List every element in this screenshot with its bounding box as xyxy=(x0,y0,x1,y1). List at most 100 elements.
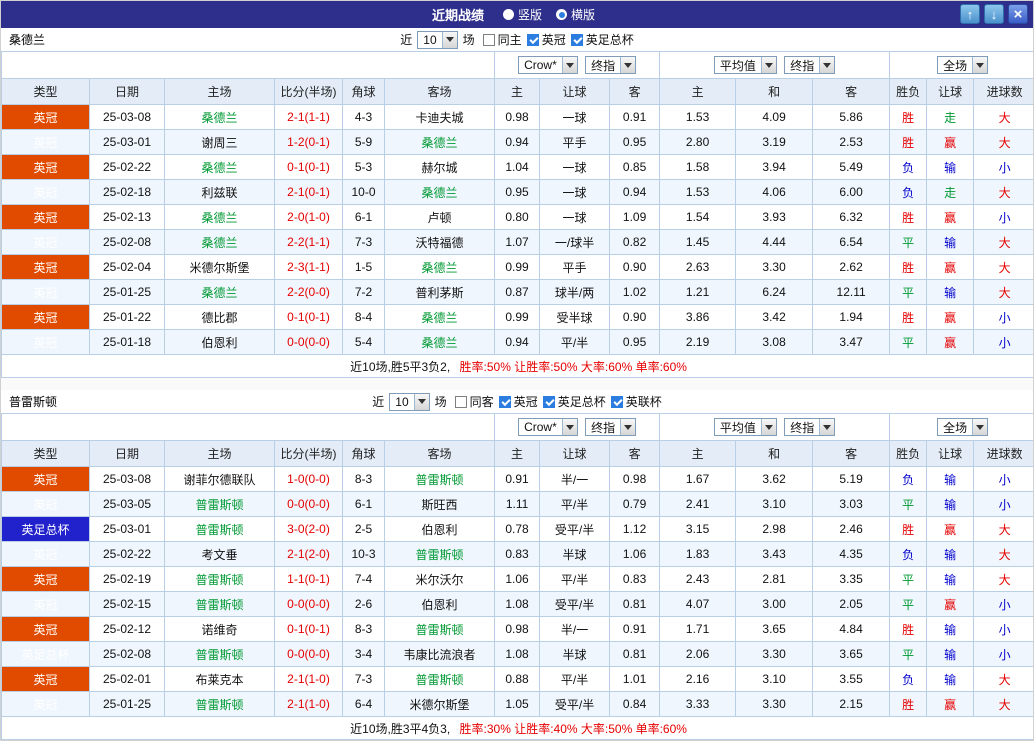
summary-record: 近10场,胜5平3负2, xyxy=(350,360,450,374)
avg-home-cell: 2.63 xyxy=(660,255,736,280)
near-label: 近 xyxy=(400,31,412,48)
filter-checkbox-same-away[interactable]: 同客 xyxy=(455,393,494,410)
date-cell: 25-02-22 xyxy=(90,155,165,180)
home-team-cell: 谢菲尔德联队 xyxy=(165,467,275,492)
avg-away-cell: 2.05 xyxy=(813,592,890,617)
filter-checkbox-same-home[interactable]: 同主 xyxy=(483,31,522,48)
column-header-row: 类型日期主场比分(半场)角球客场主让球客主和客胜负让球进球数 xyxy=(2,79,1034,105)
col-header-avg-home: 主 xyxy=(660,79,736,105)
col-header-goals: 进球数 xyxy=(974,79,1034,105)
handicap-result-cell: 输 xyxy=(927,280,974,305)
away-team-cell: 桑德兰 xyxy=(385,180,495,205)
league-cell: 英冠 xyxy=(2,280,90,305)
odds-away-cell: 0.95 xyxy=(610,130,660,155)
up-arrow-icon: ↑ xyxy=(967,8,974,21)
avg-draw-cell: 3.42 xyxy=(736,305,813,330)
odds-away-cell: 1.02 xyxy=(610,280,660,305)
summary-row: 近10场,胜3平4负3, 胜率:30% 让胜率:40% 大率:50% 单率:60… xyxy=(2,717,1034,740)
match-row: 英足总杯25-02-08普雷斯顿0-0(0-0)3-4韦康比流浪者1.08半球0… xyxy=(2,642,1034,667)
col-header-corner: 角球 xyxy=(343,441,385,467)
result-cell: 胜 xyxy=(890,305,927,330)
league-cell: 英冠 xyxy=(2,155,90,180)
goals-result-cell: 大 xyxy=(974,667,1034,692)
filter-checkbox-league-fa-cup[interactable]: 英足总杯 xyxy=(543,393,606,410)
average-time-select[interactable]: 终指 xyxy=(784,418,835,436)
match-count-select[interactable]: 10 xyxy=(417,31,457,49)
dropdown-arrow-icon xyxy=(562,419,577,435)
results-table: Crow* 终指 平均值 终指 全场 类型日期主场比分(半场)角球客场主让球客主… xyxy=(1,413,1034,740)
average-time-select[interactable]: 终指 xyxy=(784,56,835,74)
average-select[interactable]: 平均值 xyxy=(714,418,777,436)
result-cell: 平 xyxy=(890,592,927,617)
home-team-cell: 普雷斯顿 xyxy=(165,517,275,542)
scope-select[interactable]: 全场 xyxy=(937,56,988,74)
move-up-button[interactable]: ↑ xyxy=(960,4,980,24)
avg-draw-cell: 3.10 xyxy=(736,492,813,517)
date-cell: 25-03-05 xyxy=(90,492,165,517)
empty-header-cell xyxy=(2,52,495,79)
odds-time-select[interactable]: 终指 xyxy=(585,418,636,436)
result-cell: 胜 xyxy=(890,205,927,230)
avg-home-cell: 2.41 xyxy=(660,492,736,517)
filter-checkbox-league-fa-cup[interactable]: 英足总杯 xyxy=(571,31,634,48)
radio-horizontal-layout[interactable]: 横版 xyxy=(556,6,595,23)
col-header-avg-draw: 和 xyxy=(736,79,813,105)
score-cell: 1-2(0-1) xyxy=(275,130,343,155)
summary-cell: 近10场,胜3平4负3, 胜率:30% 让胜率:40% 大率:50% 单率:60… xyxy=(2,717,1034,740)
avg-draw-cell: 3.30 xyxy=(736,642,813,667)
odds-home-cell: 0.78 xyxy=(495,517,540,542)
match-row: 英冠25-02-04米德尔斯堡2-3(1-1)1-5桑德兰0.99平手0.902… xyxy=(2,255,1034,280)
dropdown-arrow-icon xyxy=(620,57,635,73)
average-select[interactable]: 平均值 xyxy=(714,56,777,74)
home-team-cell: 桑德兰 xyxy=(165,230,275,255)
home-team-cell: 诺维奇 xyxy=(165,617,275,642)
result-cell: 负 xyxy=(890,467,927,492)
avg-draw-cell: 3.10 xyxy=(736,667,813,692)
corner-cell: 6-4 xyxy=(343,692,385,717)
col-header-result: 胜负 xyxy=(890,79,927,105)
date-cell: 25-01-22 xyxy=(90,305,165,330)
avg-draw-cell: 3.08 xyxy=(736,330,813,355)
col-header-avg-home: 主 xyxy=(660,441,736,467)
filter-checkbox-league-championship[interactable]: 英冠 xyxy=(527,31,566,48)
col-header-corner: 角球 xyxy=(343,79,385,105)
odds-away-cell: 0.83 xyxy=(610,567,660,592)
home-team-cell: 利兹联 xyxy=(165,180,275,205)
filter-checkbox-league-efl-cup[interactable]: 英联杯 xyxy=(611,393,662,410)
close-button[interactable]: × xyxy=(1008,4,1028,24)
match-count-select[interactable]: 10 xyxy=(389,393,429,411)
column-header-row: 类型日期主场比分(半场)角球客场主让球客主和客胜负让球进球数 xyxy=(2,441,1034,467)
filter-checkbox-league-championship[interactable]: 英冠 xyxy=(499,393,538,410)
league-cell: 英冠 xyxy=(2,567,90,592)
result-cell: 负 xyxy=(890,155,927,180)
avg-away-cell: 6.54 xyxy=(813,230,890,255)
radio-vertical-layout[interactable]: 竖版 xyxy=(503,6,542,23)
team-name: 普雷斯顿 xyxy=(9,393,57,410)
result-cell: 负 xyxy=(890,542,927,567)
avg-home-cell: 3.33 xyxy=(660,692,736,717)
checkbox-icon xyxy=(455,396,467,408)
move-down-button[interactable]: ↓ xyxy=(984,4,1004,24)
handicap-result-cell: 输 xyxy=(927,542,974,567)
avg-draw-cell: 3.19 xyxy=(736,130,813,155)
col-header-odds-away: 客 xyxy=(610,79,660,105)
scope-select[interactable]: 全场 xyxy=(937,418,988,436)
date-cell: 25-02-04 xyxy=(90,255,165,280)
corner-cell: 2-5 xyxy=(343,517,385,542)
odds-handicap-cell: 受平/半 xyxy=(540,517,610,542)
league-cell: 英冠 xyxy=(2,692,90,717)
match-row: 英冠25-02-18利兹联2-1(0-1)10-0桑德兰0.95一球0.941.… xyxy=(2,180,1034,205)
avg-home-cell: 1.58 xyxy=(660,155,736,180)
goals-result-cell: 大 xyxy=(974,105,1034,130)
home-team-cell: 德比郡 xyxy=(165,305,275,330)
result-cell: 胜 xyxy=(890,692,927,717)
handicap-result-cell: 赢 xyxy=(927,205,974,230)
goals-result-cell: 大 xyxy=(974,692,1034,717)
away-team-cell: 桑德兰 xyxy=(385,330,495,355)
dropdown-arrow-icon xyxy=(562,57,577,73)
handicap-result-cell: 输 xyxy=(927,667,974,692)
league-cell: 英冠 xyxy=(2,467,90,492)
bookmaker-select[interactable]: Crow* xyxy=(518,56,578,74)
bookmaker-select[interactable]: Crow* xyxy=(518,418,578,436)
odds-time-select[interactable]: 终指 xyxy=(585,56,636,74)
